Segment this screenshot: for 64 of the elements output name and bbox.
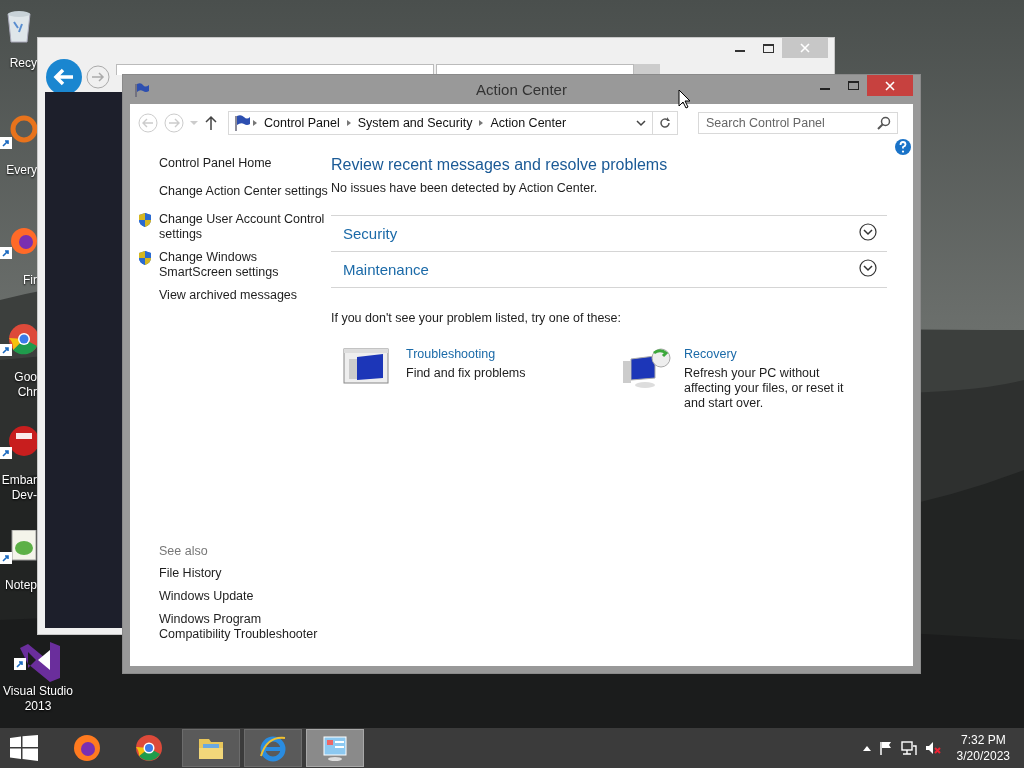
- clock[interactable]: 7:32 PM 3/20/2023: [956, 732, 1010, 764]
- firefox-icon[interactable]: [73, 734, 101, 762]
- expand-icon[interactable]: [859, 258, 877, 277]
- expand-icon[interactable]: [859, 222, 877, 241]
- icon-label[interactable]: Embar Dev-: [1, 473, 37, 503]
- task-description: Find and fix problems: [406, 366, 527, 381]
- browser-tab[interactable]: [436, 64, 634, 75]
- sidebar-link[interactable]: Change Action Center settings: [159, 184, 329, 199]
- computer-restore-icon[interactable]: [621, 347, 671, 389]
- address-field[interactable]: [116, 64, 434, 75]
- shield-icon: [137, 212, 152, 228]
- sidebar-link[interactable]: View archived messages: [159, 288, 329, 303]
- up-arrow-icon[interactable]: [204, 115, 218, 131]
- flag-icon[interactable]: [878, 741, 893, 755]
- close-button[interactable]: [867, 75, 913, 96]
- icon-label[interactable]: Notep: [4, 578, 37, 593]
- breadcrumb-item[interactable]: System and Security: [352, 116, 478, 130]
- network-icon[interactable]: [900, 741, 917, 755]
- maximize-icon[interactable]: [847, 81, 859, 90]
- address-bar[interactable]: Control Panel System and Security Action Center: [228, 111, 678, 135]
- hint-text: If you don't see your problem listed, try one of these:: [331, 311, 623, 325]
- breadcrumb-item[interactable]: Control Panel: [259, 116, 345, 130]
- chevron-icon[interactable]: [251, 119, 259, 127]
- breadcrumb-item[interactable]: Action Center: [485, 116, 572, 130]
- icon-label[interactable]: Goo Chr: [14, 370, 37, 400]
- sidebar-link[interactable]: Windows Program Compatibility Troubleshooter: [159, 612, 329, 642]
- section-header[interactable]: Maintenance: [331, 252, 887, 288]
- task-link[interactable]: Recovery: [684, 347, 844, 361]
- taskbar-button[interactable]: [244, 729, 302, 767]
- back-icon[interactable]: [46, 59, 82, 95]
- sidebar-link[interactable]: Control Panel Home: [159, 156, 329, 171]
- sidebar-link[interactable]: Windows Update: [159, 589, 329, 604]
- flag-icon: [134, 82, 150, 97]
- taskbar-button[interactable]: [182, 729, 240, 767]
- task-description: Refresh your PC without affecting your files, or reset it and start over.: [684, 366, 844, 411]
- task-link[interactable]: Troubleshooting: [406, 347, 566, 361]
- section-title: See also: [159, 544, 209, 558]
- window-title: Action Center: [476, 81, 567, 98]
- sidebar-link[interactable]: Change User Account Control settings: [159, 212, 329, 242]
- search-icon: [877, 116, 891, 130]
- close-icon[interactable]: [885, 80, 895, 91]
- dropdown-icon[interactable]: [636, 120, 646, 127]
- refresh-icon[interactable]: [659, 117, 671, 129]
- page-heading: Review recent messages and resolve problems: [331, 156, 669, 174]
- speaker-muted-icon[interactable]: [924, 741, 941, 755]
- caret-icon[interactable]: [862, 745, 871, 751]
- internet-explorer-icon[interactable]: [259, 734, 287, 762]
- chrome-icon[interactable]: [135, 734, 163, 762]
- sidebar-link[interactable]: Change Windows SmartScreen settings: [159, 250, 329, 280]
- shield-icon: [137, 250, 152, 266]
- icon-label[interactable]: Every: [6, 163, 37, 178]
- help-icon[interactable]: [895, 139, 911, 155]
- icon-label[interactable]: Fir: [23, 273, 37, 288]
- icon-label[interactable]: Visual Studio 2013: [3, 684, 73, 714]
- search-field[interactable]: Search Control Panel: [698, 112, 898, 134]
- start-icon[interactable]: [10, 735, 38, 761]
- control-panel-icon[interactable]: [321, 734, 349, 762]
- icon-label[interactable]: Recy: [9, 56, 37, 71]
- flag-icon: [233, 115, 251, 131]
- status-text: No issues have been detected by Action Center.: [331, 181, 599, 195]
- section-header[interactable]: Security: [331, 216, 887, 252]
- sidebar-link[interactable]: File History: [159, 566, 329, 581]
- maximize-icon[interactable]: [762, 43, 774, 53]
- chevron-icon[interactable]: [344, 119, 353, 127]
